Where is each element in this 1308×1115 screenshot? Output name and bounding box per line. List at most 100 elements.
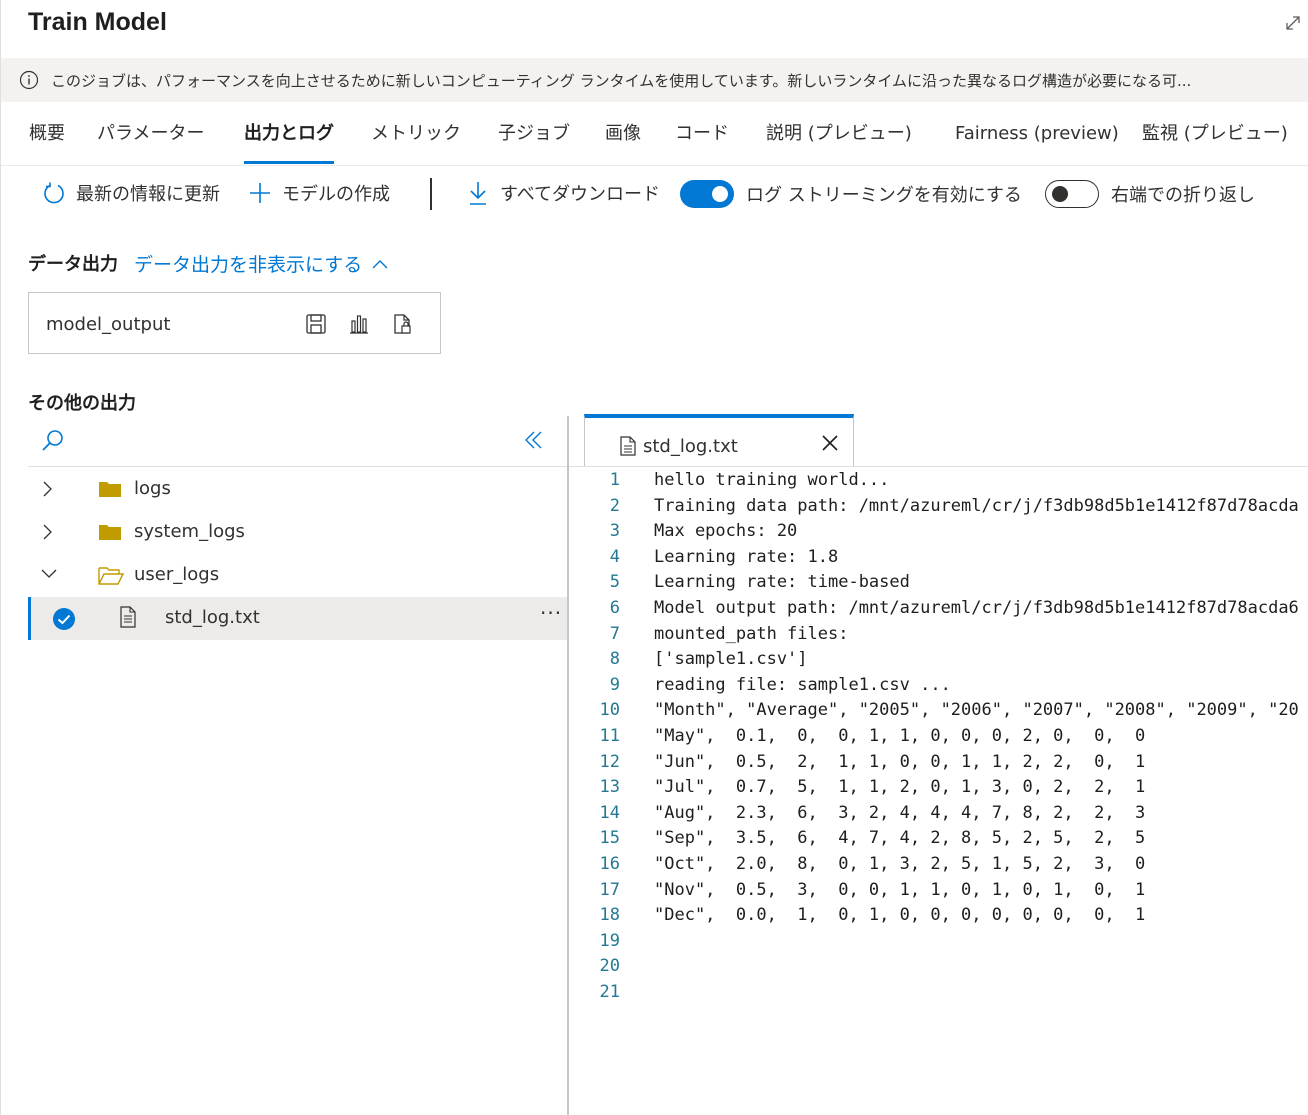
- editor-tab-std-log[interactable]: std_log.txt: [584, 414, 854, 466]
- create-model-button[interactable]: モデルの作成: [248, 180, 390, 206]
- line-text: "Sep", 3.5, 6, 4, 7, 4, 2, 8, 5, 2, 5, 2…: [654, 828, 1146, 849]
- page-title: Train Model: [28, 8, 167, 36]
- line-number: 16: [599, 854, 620, 874]
- log-streaming-toggle-group: ログ ストリーミングを有効にする: [680, 180, 1022, 208]
- create-model-label: モデルの作成: [282, 184, 390, 205]
- line-number: 13: [599, 777, 620, 798]
- chevron-down-icon[interactable]: [40, 566, 58, 580]
- tree-item-label: std_log.txt: [165, 607, 260, 628]
- search-icon[interactable]: [40, 428, 66, 454]
- tab-outputs-logs[interactable]: 出力とログ: [244, 120, 334, 164]
- line-number: 15: [599, 828, 620, 849]
- tab-parameters[interactable]: パラメーター: [97, 120, 204, 164]
- line-text: reading file: sample1.csv ...: [654, 674, 951, 695]
- chevron-up-icon: [372, 259, 388, 268]
- editor-separator: [569, 466, 1308, 467]
- close-icon[interactable]: [821, 434, 839, 452]
- download-all-label: すべてダウンロード: [500, 184, 661, 205]
- tree-separator: [28, 466, 567, 467]
- chart-icon[interactable]: [348, 313, 370, 335]
- line-number: 4: [609, 546, 620, 567]
- line-text: "Jun", 0.5, 2, 1, 1, 0, 0, 1, 1, 2, 2, 0…: [654, 751, 1146, 772]
- line-text: "Dec", 0.0, 1, 0, 1, 0, 0, 0, 0, 0, 0, 0…: [654, 905, 1146, 926]
- line-number: 18: [599, 905, 620, 926]
- chevron-right-icon[interactable]: [40, 523, 54, 541]
- line-number: 11: [599, 726, 620, 746]
- line-number: 5: [609, 572, 620, 593]
- model-output-name: model_output: [46, 314, 171, 335]
- tab-overview[interactable]: 概要: [29, 120, 65, 164]
- line-text: "Month", "Average", "2005", "2006", "200…: [654, 700, 1299, 721]
- refresh-button[interactable]: 最新の情報に更新: [42, 180, 220, 206]
- tab-code[interactable]: コード: [675, 120, 729, 164]
- hide-data-output-link[interactable]: データ出力を非表示にする: [134, 250, 388, 277]
- line-text: hello training world...: [654, 470, 890, 490]
- folder-icon: [99, 525, 121, 540]
- other-output-heading: その他の出力: [28, 393, 136, 414]
- line-number: 10: [599, 700, 620, 721]
- window-border: [0, 0, 1, 1115]
- line-number: 8: [609, 649, 620, 670]
- file-tree-panel: logs system_logs user_logs std_log.txt ·…: [28, 420, 567, 1115]
- log-streaming-toggle[interactable]: [680, 180, 734, 208]
- line-text: "Oct", 2.0, 8, 0, 1, 3, 2, 5, 1, 5, 2, 3…: [654, 854, 1146, 874]
- line-number: 14: [599, 802, 620, 823]
- hide-data-output-label: データ出力を非表示にする: [134, 254, 363, 276]
- editor-tab-label: std_log.txt: [643, 436, 738, 457]
- document-icon: [620, 436, 636, 456]
- line-number: 12: [599, 751, 620, 772]
- line-text: Model output path: /mnt/azureml/cr/j/f3d…: [654, 598, 1299, 618]
- wrap-label: 右端での折り返し: [1111, 185, 1255, 206]
- wrap-toggle-group: 右端での折り返し: [1045, 180, 1255, 208]
- refresh-icon: [44, 182, 64, 204]
- line-number: 1: [609, 470, 620, 490]
- folder-open-icon: [98, 567, 124, 585]
- line-text: "May", 0.1, 0, 0, 1, 1, 0, 0, 0, 2, 0, 0…: [654, 726, 1146, 746]
- wrap-toggle[interactable]: [1045, 180, 1099, 208]
- tab-fairness[interactable]: Fairness (preview): [955, 120, 1119, 164]
- double-chevron-left-icon[interactable]: [524, 430, 544, 450]
- tab-metrics[interactable]: メトリック: [371, 120, 461, 164]
- tree-item-std-log[interactable]: std_log.txt ···: [28, 597, 567, 640]
- more-options-icon[interactable]: ···: [540, 601, 562, 625]
- tree-item-logs[interactable]: logs: [28, 468, 567, 511]
- line-text: Learning rate: time-based: [654, 572, 910, 593]
- save-icon[interactable]: [305, 313, 327, 335]
- line-text: Learning rate: 1.8: [654, 546, 839, 567]
- line-number: 9: [609, 674, 620, 695]
- line-number: 19: [599, 930, 620, 951]
- selection-indicator: [28, 597, 31, 640]
- line-text: Training data path: /mnt/azureml/cr/j/f3…: [654, 495, 1299, 516]
- line-number: 2: [609, 495, 620, 516]
- line-number: 21: [599, 982, 620, 1002]
- expand-icon[interactable]: [1284, 14, 1302, 32]
- line-text: ['sample1.csv']: [654, 649, 808, 670]
- line-text: "Nov", 0.5, 3, 0, 0, 1, 1, 0, 1, 0, 1, 0…: [654, 879, 1146, 900]
- model-output-card: model_output: [28, 292, 441, 354]
- chevron-right-icon[interactable]: [40, 480, 54, 498]
- line-number: 17: [599, 879, 620, 900]
- folder-icon: [99, 482, 121, 497]
- line-number: 20: [599, 956, 620, 977]
- line-text: "Aug", 2.3, 6, 3, 2, 4, 4, 4, 7, 8, 2, 2…: [654, 802, 1146, 823]
- info-icon: [19, 70, 39, 90]
- tree-item-user-logs[interactable]: user_logs: [28, 554, 567, 597]
- tab-images[interactable]: 画像: [605, 120, 641, 164]
- toolbar-divider: [430, 178, 432, 210]
- data-output-heading: データ出力: [28, 254, 118, 275]
- toolbar: 最新の情報に更新 モデルの作成 すべてダウンロード ログ ストリーミングを有効に…: [0, 172, 1308, 218]
- tree-item-system-logs[interactable]: system_logs: [28, 511, 567, 554]
- checkmark-circle-icon[interactable]: [52, 607, 76, 631]
- tab-bar: 概要 パラメーター 出力とログ メトリック 子ジョブ 画像 コード 説明 (プレ…: [1, 110, 1308, 166]
- line-text: mounted_path files:: [654, 623, 849, 644]
- line-number: 3: [609, 521, 620, 542]
- tab-child-jobs[interactable]: 子ジョブ: [498, 120, 570, 164]
- line-number: 7: [609, 623, 620, 644]
- tab-explanations[interactable]: 説明 (プレビュー): [766, 120, 912, 164]
- tab-monitoring[interactable]: 監視 (プレビュー): [1142, 120, 1288, 164]
- tree-item-label: system_logs: [134, 521, 245, 542]
- banner-text: このジョブは、パフォーマンスを向上させるために新しいコンピューティング ランタイ…: [51, 71, 1192, 90]
- line-number: 6: [609, 598, 620, 618]
- file-lock-icon[interactable]: [391, 313, 413, 335]
- download-all-button[interactable]: すべてダウンロード: [466, 180, 660, 206]
